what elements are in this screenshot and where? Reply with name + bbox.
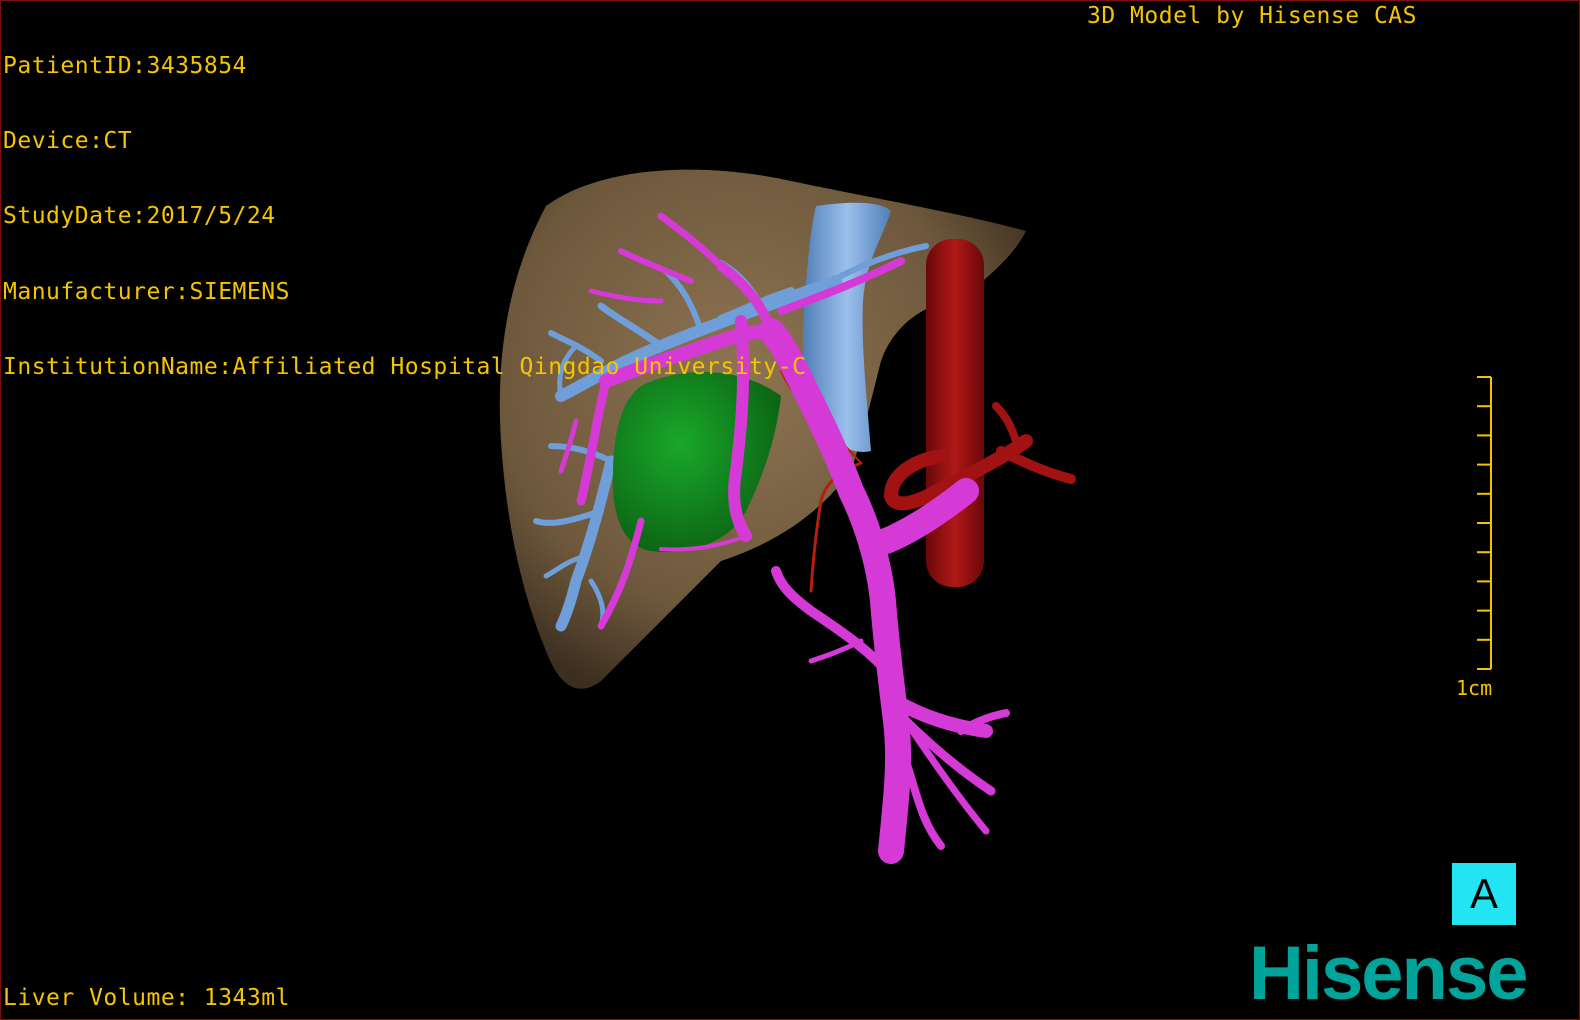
- model-credit: 3D Model by Hisense CAS: [1087, 3, 1417, 29]
- device-type: Device:CT: [3, 128, 133, 155]
- liver-volume: Liver Volume: 1343ml: [3, 985, 290, 1011]
- view-orientation-label: A: [1469, 870, 1498, 917]
- patient-id: PatientID:3435854: [3, 53, 247, 79]
- aorta: [926, 239, 984, 587]
- scale-bar-icon: [1477, 376, 1492, 670]
- study-date: StudyDate:2017/5/24: [3, 203, 276, 230]
- patient-info-overlay: PatientID:3435854 Device:CT StudyDate:20…: [3, 4, 806, 430]
- scale-label: 1cm: [1456, 676, 1493, 700]
- institution-name: InstitutionName:Affiliated Hospital Qing…: [3, 353, 807, 380]
- manufacturer: Manufacturer:SIEMENS: [3, 278, 290, 305]
- hisense-logo: Hisense: [1249, 931, 1528, 1016]
- view-orientation-icon[interactable]: A: [1452, 863, 1516, 925]
- 3d-viewport[interactable]: PatientID:3435854 Device:CT StudyDate:20…: [0, 0, 1580, 1020]
